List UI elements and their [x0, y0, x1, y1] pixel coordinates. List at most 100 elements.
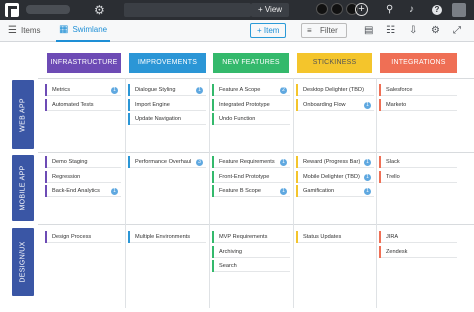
- workspace-settings-icon[interactable]: ⚙: [94, 2, 105, 18]
- item-card[interactable]: Gamification 1: [296, 185, 374, 197]
- customize-icon[interactable]: ☷: [386, 24, 395, 38]
- tab-items[interactable]: ☰ Items: [8, 20, 41, 42]
- column-label: INFRASTRUCTURE: [50, 59, 118, 66]
- column-divider: [209, 78, 210, 308]
- item-card[interactable]: Feature Requirements 1: [212, 156, 290, 168]
- card-layout-icon[interactable]: ▤: [364, 24, 373, 38]
- row-header-mobile-app[interactable]: MOBILE APP: [12, 155, 34, 221]
- item-card[interactable]: Performance Overhaul 3: [128, 156, 206, 168]
- item-card-title: Slack: [386, 159, 400, 165]
- lane-divider: [38, 152, 474, 153]
- avatar[interactable]: [331, 3, 343, 15]
- item-card-title: Search: [219, 263, 237, 269]
- lane-divider: [38, 224, 474, 225]
- item-card[interactable]: Desktop Delighter (TBD): [296, 84, 374, 96]
- top-bar: ⚙ + View + ⚲ ♪ ?: [0, 0, 474, 20]
- column-header-stickiness[interactable]: STICKINESS: [297, 53, 372, 73]
- item-card[interactable]: Regression: [45, 170, 121, 183]
- invite-plus-icon[interactable]: +: [355, 3, 368, 16]
- row-header-web-app[interactable]: WEB APP: [12, 80, 34, 149]
- item-card[interactable]: Marketo: [379, 98, 457, 111]
- item-card[interactable]: Design Process: [45, 231, 121, 243]
- item-card[interactable]: Back-End Analytics 1: [45, 185, 121, 197]
- item-card[interactable]: Import Engine: [128, 98, 206, 111]
- item-card[interactable]: Status Updates: [296, 231, 374, 243]
- item-card-title: JIRA: [386, 234, 399, 240]
- item-card[interactable]: JIRA: [379, 231, 457, 243]
- tab-label: Items: [20, 26, 41, 35]
- item-card-title: Marketo: [386, 101, 407, 108]
- item-card-title: Status Updates: [303, 234, 342, 240]
- item-card-title: Desktop Delighter (TBD): [303, 87, 364, 93]
- item-card[interactable]: Front-End Prototype: [212, 170, 290, 183]
- column-header-improvements[interactable]: IMPROVEMENTS: [129, 53, 206, 73]
- column-divider: [376, 78, 377, 308]
- item-card-title: Feature Requirements: [219, 159, 275, 165]
- swimlane-icon: ▦: [59, 24, 69, 35]
- item-card[interactable]: Slack: [379, 156, 457, 168]
- item-card-title: Performance Overhaul: [135, 159, 192, 165]
- column-label: INTEGRATIONS: [391, 59, 446, 66]
- item-card[interactable]: MVP Requirements: [212, 231, 290, 243]
- comment-count-badge: 2: [280, 87, 287, 94]
- column-header-new-features[interactable]: NEW FEATURES: [213, 53, 289, 73]
- column-header-infrastructure[interactable]: INFRASTRUCTURE: [47, 53, 121, 73]
- export-icon[interactable]: ⇩: [409, 24, 417, 38]
- avatar[interactable]: [316, 3, 328, 15]
- item-card[interactable]: Mobile Delighter (TBD) 1: [296, 170, 374, 183]
- column-header-integrations[interactable]: INTEGRATIONS: [380, 53, 457, 73]
- app-logo[interactable]: [5, 3, 19, 17]
- item-card-title: Feature A Scope: [219, 87, 261, 93]
- item-card[interactable]: Integrated Prototype: [212, 98, 290, 111]
- comment-count-badge: 1: [364, 101, 371, 109]
- search-bar[interactable]: [124, 3, 251, 17]
- item-card[interactable]: Undo Function: [212, 113, 290, 125]
- column-label: IMPROVEMENTS: [137, 59, 198, 66]
- item-card[interactable]: Trello: [379, 170, 457, 183]
- item-card[interactable]: Automated Tests: [45, 98, 121, 111]
- user-avatar[interactable]: [452, 3, 466, 17]
- item-card[interactable]: Archiving: [212, 245, 290, 258]
- filter-label: Filter: [320, 26, 338, 35]
- item-card-title: Salesforce: [386, 87, 413, 93]
- help-icon[interactable]: ?: [432, 5, 442, 15]
- filter-icon: ≡: [307, 26, 312, 35]
- fullscreen-icon[interactable]: ⤢: [453, 24, 461, 38]
- item-card-title: Mobile Delighter (TBD): [303, 173, 360, 180]
- column-label: NEW FEATURES: [222, 59, 280, 66]
- item-card[interactable]: Metrics 1: [45, 84, 121, 96]
- item-card[interactable]: Search: [212, 260, 290, 272]
- search-icon[interactable]: ⚲: [386, 2, 393, 18]
- item-card-title: Gamification: [303, 188, 335, 194]
- item-card[interactable]: Dialogue Styling 1: [128, 84, 206, 96]
- item-card[interactable]: Feature B Scope 1: [212, 185, 290, 197]
- item-card-title: Back-End Analytics: [52, 188, 100, 194]
- item-card[interactable]: Demo Staging: [45, 156, 121, 168]
- item-card[interactable]: Feature A Scope 2: [212, 84, 290, 96]
- item-card[interactable]: Onboarding Flow 1: [296, 98, 374, 111]
- collaborator-avatars: [316, 3, 358, 15]
- lane-divider: [38, 78, 474, 79]
- workspace-name[interactable]: [26, 5, 70, 14]
- item-card-title: Integrated Prototype: [219, 101, 270, 108]
- item-card-title: Automated Tests: [52, 101, 94, 108]
- item-card-title: Front-End Prototype: [219, 173, 270, 180]
- filter-button[interactable]: ≡ Filter: [301, 23, 347, 38]
- item-card[interactable]: Zendesk: [379, 245, 457, 258]
- item-card-title: Onboarding Flow: [303, 101, 346, 108]
- item-card-title: Demo Staging: [52, 159, 88, 165]
- comment-count-badge: 1: [111, 188, 118, 195]
- column-divider: [293, 78, 294, 308]
- item-card[interactable]: Reward (Progress Bar) 1: [296, 156, 374, 168]
- row-header-design-ux[interactable]: DESIGN/UX: [12, 228, 34, 296]
- add-item-button[interactable]: + Item: [250, 23, 287, 38]
- add-view-button[interactable]: + View: [251, 3, 289, 17]
- bell-icon[interactable]: ♪: [409, 2, 414, 18]
- item-card[interactable]: Multiple Environments: [128, 231, 206, 243]
- item-card-title: Dialogue Styling: [135, 87, 176, 93]
- item-card[interactable]: Salesforce: [379, 84, 457, 96]
- item-card[interactable]: Update Navigation: [128, 113, 206, 125]
- item-card-title: Multiple Environments: [135, 234, 191, 240]
- tab-swimlane[interactable]: ▦ Swimlane: [56, 20, 111, 42]
- settings-icon[interactable]: ⚙: [431, 24, 440, 38]
